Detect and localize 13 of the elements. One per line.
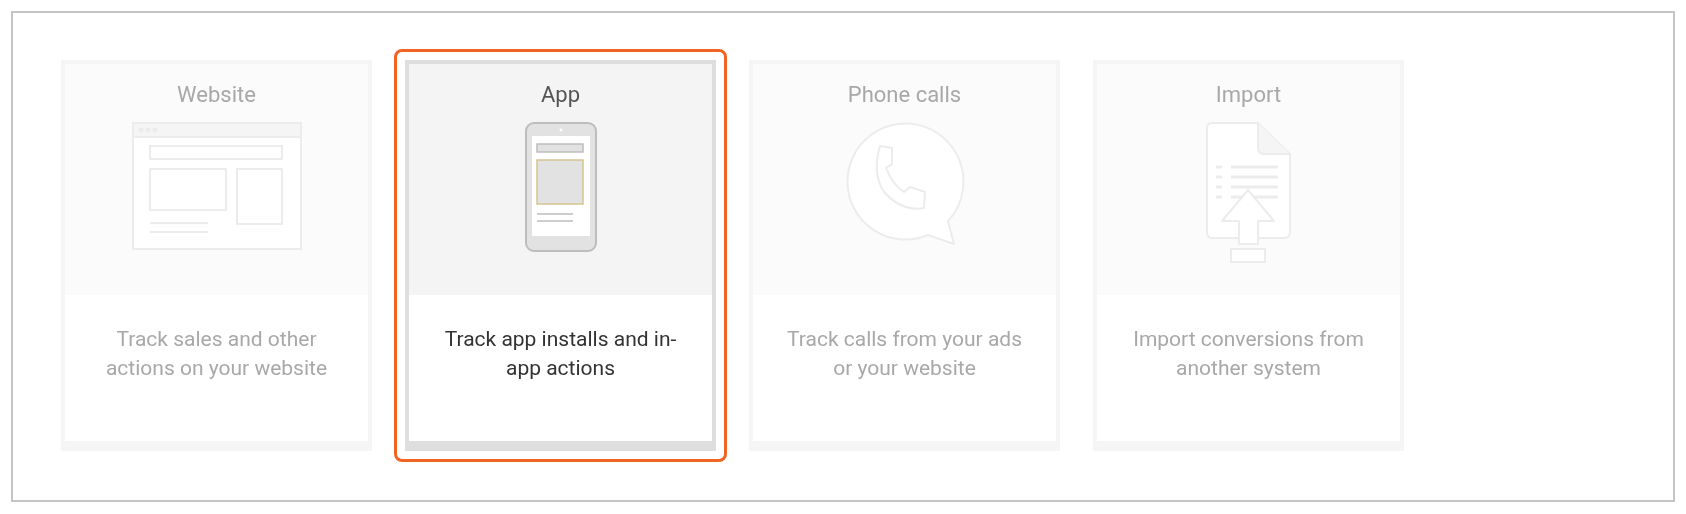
card-description: Import conversions from another system (1132, 326, 1365, 382)
card-title: Import (1215, 81, 1282, 109)
conversion-type-card[interactable]: App Track app installs and in-app actions (405, 60, 716, 451)
conversion-type-card[interactable]: Phone calls Track calls from your ads or your website (749, 60, 1060, 451)
card-description: Track sales and other actions on your website (104, 326, 329, 382)
card-description: Track app installs and in-app actions (443, 326, 678, 382)
card-title: App (540, 81, 581, 109)
card-description: Track calls from your ads or your website (787, 326, 1022, 382)
conversion-type-card[interactable]: Import Import conversions from another system (1093, 60, 1404, 451)
card-title: Phone calls (847, 81, 962, 109)
conversion-type-card[interactable]: Website Track sales and other actions on your website (61, 60, 372, 451)
smartphone-icon (524, 122, 597, 252)
card-title: Website (177, 81, 256, 109)
